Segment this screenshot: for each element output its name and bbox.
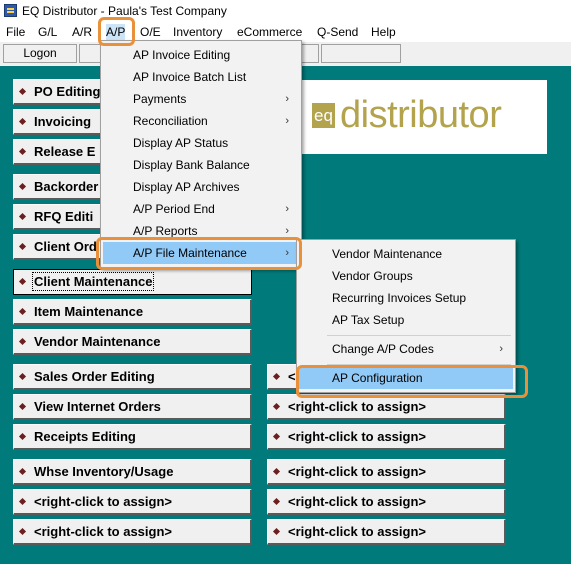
menu-bar: File G/L A/R A/P O/E Inventory eCommerce…: [0, 22, 571, 42]
menu-item-reconciliation[interactable]: Reconciliation ›: [103, 110, 299, 132]
bullet-icon: [18, 467, 27, 476]
chevron-right-icon: ›: [285, 247, 289, 259]
bullet-icon: [18, 212, 27, 221]
window-title: EQ Distributor - Paula's Test Company: [22, 4, 227, 18]
menu-item-recurring-invoices-setup[interactable]: Recurring Invoices Setup: [299, 287, 513, 309]
menu-item-ap-tax-setup[interactable]: AP Tax Setup: [299, 309, 513, 331]
menu-item-ap-period-end[interactable]: A/P Period End ›: [103, 198, 299, 220]
chevron-right-icon: ›: [285, 225, 289, 237]
menu-ecommerce[interactable]: eCommerce: [237, 24, 302, 40]
logo-panel: eq distributor: [296, 80, 547, 154]
bullet-icon: [272, 372, 281, 381]
quick-button[interactable]: <right-click to assign>: [267, 394, 506, 420]
menu-separator: [327, 335, 511, 336]
menu-item-ap-invoice-batch-list[interactable]: AP Invoice Batch List: [103, 66, 299, 88]
bullet-icon: [18, 242, 27, 251]
menu-item-payments[interactable]: Payments ›: [103, 88, 299, 110]
bullet-icon: [272, 432, 281, 441]
logon-button[interactable]: Logon: [3, 44, 77, 63]
menu-oe[interactable]: O/E: [140, 24, 161, 40]
quick-button[interactable]: Vendor Maintenance: [13, 329, 252, 355]
bullet-icon: [272, 467, 281, 476]
chevron-right-icon: ›: [285, 203, 289, 215]
menu-item-ap-configuration[interactable]: AP Configuration: [299, 367, 513, 389]
chevron-right-icon: ›: [499, 343, 503, 355]
ap-dropdown-menu: AP Invoice Editing AP Invoice Batch List…: [100, 40, 302, 269]
bullet-icon: [18, 372, 27, 381]
file-maintenance-submenu: Vendor Maintenance Vendor Groups Recurri…: [296, 239, 516, 393]
chevron-right-icon: ›: [285, 93, 289, 105]
toolbar-button[interactable]: [301, 44, 319, 63]
quick-button[interactable]: <right-click to assign>: [267, 424, 506, 450]
logo-mark: eq: [312, 103, 335, 128]
app-window: EQ Distributor - Paula's Test Company Fi…: [0, 0, 571, 564]
bullet-icon: [18, 147, 27, 156]
toolbar-button[interactable]: [321, 44, 401, 63]
quick-button[interactable]: Receipts Editing: [13, 424, 252, 450]
menu-qsend[interactable]: Q-Send: [317, 24, 358, 40]
menu-item-ap-invoice-editing[interactable]: AP Invoice Editing: [103, 44, 299, 66]
bullet-icon: [272, 527, 281, 536]
bullet-icon: [272, 402, 281, 411]
logo-wordmark: distributor: [340, 94, 502, 136]
bullet-icon: [18, 497, 27, 506]
quick-button[interactable]: View Internet Orders: [13, 394, 252, 420]
menu-item-display-ap-status[interactable]: Display AP Status: [103, 132, 299, 154]
menu-help[interactable]: Help: [371, 24, 396, 40]
menu-item-ap-reports[interactable]: A/P Reports ›: [103, 220, 299, 242]
quick-button[interactable]: Whse Inventory/Usage: [13, 459, 252, 485]
menu-separator: [327, 364, 511, 365]
bullet-icon: [18, 277, 27, 286]
title-bar: EQ Distributor - Paula's Test Company: [0, 0, 571, 22]
quick-button[interactable]: Item Maintenance: [13, 299, 252, 325]
quick-button[interactable]: <right-click to assign>: [13, 489, 252, 515]
bullet-icon: [272, 497, 281, 506]
bullet-icon: [18, 432, 27, 441]
bullet-icon: [18, 307, 27, 316]
menu-item-display-ap-archives[interactable]: Display AP Archives: [103, 176, 299, 198]
bullet-icon: [18, 402, 27, 411]
menu-item-vendor-maintenance[interactable]: Vendor Maintenance: [299, 243, 513, 265]
menu-item-change-ap-codes[interactable]: Change A/P Codes ›: [299, 338, 513, 360]
quick-button[interactable]: <right-click to assign>: [13, 519, 252, 545]
chevron-right-icon: ›: [285, 115, 289, 127]
menu-ar[interactable]: A/R: [72, 24, 92, 40]
quick-button[interactable]: Client Maintenance: [13, 269, 252, 295]
quick-button[interactable]: <right-click to assign>: [267, 459, 506, 485]
menu-ap[interactable]: A/P: [106, 24, 126, 40]
quick-button[interactable]: Sales Order Editing: [13, 364, 252, 390]
quick-button[interactable]: <right-click to assign>: [267, 489, 506, 515]
menu-item-vendor-groups[interactable]: Vendor Groups: [299, 265, 513, 287]
bullet-icon: [18, 337, 27, 346]
toolbar-button[interactable]: [79, 44, 101, 63]
menu-item-ap-file-maintenance[interactable]: A/P File Maintenance ›: [103, 242, 299, 264]
menu-inventory[interactable]: Inventory: [173, 24, 222, 40]
bullet-icon: [18, 117, 27, 126]
bullet-icon: [18, 182, 27, 191]
quick-button[interactable]: <right-click to assign>: [267, 519, 506, 545]
bullet-icon: [18, 87, 27, 96]
menu-file[interactable]: File: [6, 24, 25, 40]
app-logo-icon: [4, 4, 17, 17]
menu-gl[interactable]: G/L: [38, 24, 57, 40]
menu-item-display-bank-balance[interactable]: Display Bank Balance: [103, 154, 299, 176]
bullet-icon: [18, 527, 27, 536]
